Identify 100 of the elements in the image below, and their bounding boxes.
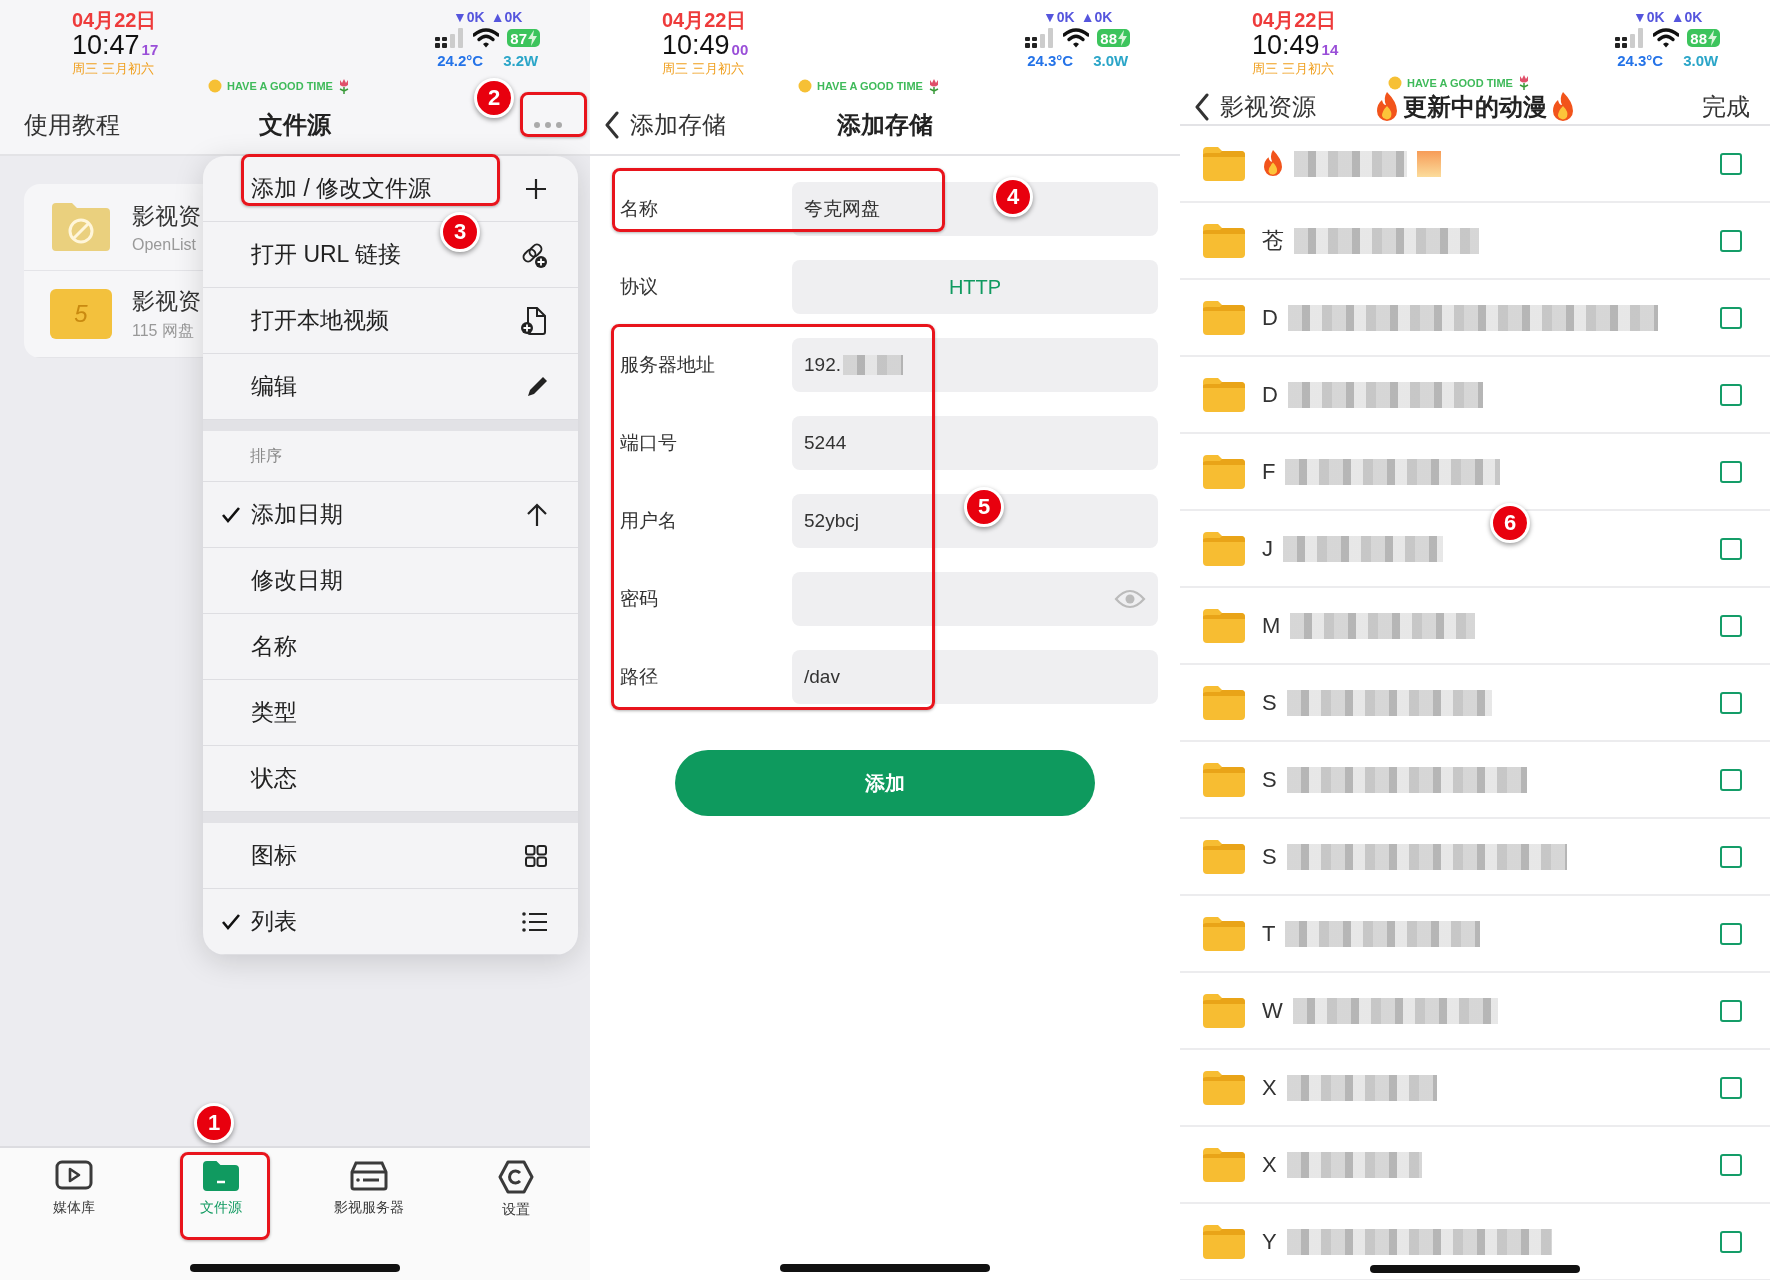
time-text: 10:49 — [1252, 32, 1320, 59]
file-add-icon — [520, 305, 548, 336]
power-text: 3.2W — [503, 53, 539, 68]
folder-row[interactable]: D — [1180, 357, 1770, 434]
menu-item[interactable]: 名称 — [203, 614, 578, 680]
folder-row[interactable]: F — [1180, 434, 1770, 511]
folder-icon — [1202, 838, 1246, 875]
folder-icon — [1202, 453, 1246, 490]
menu-item[interactable]: 添加日期 — [203, 482, 578, 548]
folder-row[interactable]: S — [1180, 665, 1770, 742]
chevron-left-icon — [604, 111, 620, 139]
download-speed: ▼0K — [1042, 10, 1075, 24]
folder-icon — [1202, 607, 1246, 644]
field-label: 协议 — [620, 275, 659, 299]
folder-name: D — [1262, 381, 1278, 408]
power-text: 3.0W — [1683, 53, 1719, 68]
back-button[interactable]: 添加存储 — [604, 109, 726, 141]
input-field[interactable]: 5244 — [792, 416, 1158, 470]
back-button[interactable]: 影视资源 — [1194, 91, 1316, 123]
flame-icon — [1375, 92, 1399, 122]
checkmark-icon — [221, 912, 241, 931]
password-field[interactable] — [792, 572, 1158, 626]
folder-icon — [1202, 530, 1246, 567]
menu-item[interactable]: 列表 — [203, 889, 578, 955]
folder-row[interactable]: X — [1180, 1050, 1770, 1127]
folder-row[interactable]: S — [1180, 819, 1770, 896]
field-label: 端口号 — [620, 431, 678, 455]
date-text: 04月22日 — [72, 10, 158, 30]
checkbox[interactable] — [1720, 1153, 1742, 1176]
add-button[interactable]: 添加 — [675, 750, 1095, 816]
time-text: 10:49 — [662, 32, 730, 59]
menu-item[interactable]: 修改日期 — [203, 548, 578, 614]
folder-icon — [1202, 222, 1246, 259]
done-button[interactable]: 完成 — [1696, 90, 1756, 124]
screen-title: 更新中的动漫 — [1403, 92, 1547, 122]
input-field[interactable]: 192. — [792, 338, 1158, 392]
upload-speed: ▲0K — [1670, 10, 1703, 24]
menu-item[interactable]: 打开本地视频 — [203, 288, 578, 354]
input-field[interactable]: /dav — [792, 650, 1158, 704]
tab-item[interactable]: 设置 — [442, 1148, 590, 1244]
step-number-badge: 4 — [993, 177, 1033, 217]
checkbox[interactable] — [1720, 768, 1742, 791]
folder-icon — [1202, 992, 1246, 1029]
checkbox[interactable] — [1720, 845, 1742, 868]
source-name: 影视资 — [132, 287, 201, 316]
flower-icon — [1517, 75, 1530, 90]
checkbox[interactable] — [1720, 460, 1742, 483]
wifi-icon — [1653, 28, 1680, 48]
folder-name: Y — [1262, 1228, 1277, 1255]
folder-name: S — [1262, 766, 1277, 793]
seconds-text: 14 — [1321, 42, 1339, 57]
step-number-badge: 2 — [474, 78, 514, 118]
field-label: 路径 — [620, 665, 659, 689]
lunar-date-text: 周三 三月初六 — [1252, 62, 1335, 75]
folder-row[interactable]: 苍 — [1180, 203, 1770, 280]
checkbox[interactable] — [1720, 999, 1742, 1022]
menu-item[interactable]: 图标 — [203, 823, 578, 889]
tab-item[interactable]: 影视服务器 — [295, 1148, 443, 1244]
source-type: 115 网盘 — [132, 321, 195, 341]
source-type: OpenList — [132, 235, 198, 254]
tutorial-link[interactable]: 使用教程 — [14, 109, 120, 141]
checkbox[interactable] — [1720, 1230, 1742, 1253]
grid-icon — [524, 843, 548, 868]
checkbox[interactable] — [1720, 614, 1742, 637]
folder-row[interactable]: S — [1180, 742, 1770, 819]
pencil-icon — [526, 375, 548, 398]
folder-icon — [1202, 761, 1246, 798]
eye-icon — [1114, 589, 1146, 609]
folder-row[interactable]: D — [1180, 280, 1770, 357]
tab-item[interactable]: 媒体库 — [0, 1148, 148, 1244]
checkbox[interactable] — [1720, 229, 1742, 252]
folder-icon — [1202, 684, 1246, 721]
upload-speed: ▲0K — [1080, 10, 1113, 24]
folder-icon — [1202, 1146, 1246, 1183]
checkbox[interactable] — [1720, 383, 1742, 406]
folder-name: M — [1262, 612, 1281, 639]
motto-text: HAVE A GOOD TIME — [1407, 76, 1513, 89]
battery-level-text: 87 — [510, 30, 527, 46]
temperature-text: 24.3°C — [1027, 53, 1074, 68]
menu-item[interactable]: 类型 — [203, 680, 578, 746]
folder-row[interactable]: X — [1180, 1127, 1770, 1204]
checkbox[interactable] — [1720, 152, 1742, 175]
folder-name: S — [1262, 689, 1277, 716]
folder-icon — [1202, 145, 1246, 182]
checkbox[interactable] — [1720, 1076, 1742, 1099]
tab-item[interactable]: 文件源 — [147, 1148, 295, 1244]
checkbox[interactable] — [1720, 922, 1742, 945]
folder-row[interactable]: W — [1180, 973, 1770, 1050]
arrow-up-icon — [526, 502, 548, 527]
folder-name: F — [1262, 458, 1276, 485]
highlight-frame — [520, 92, 587, 137]
checkbox[interactable] — [1720, 691, 1742, 714]
folder-row[interactable]: M — [1180, 588, 1770, 665]
folder-name: T — [1262, 920, 1276, 947]
checkbox[interactable] — [1720, 306, 1742, 329]
list-icon — [522, 911, 548, 932]
checkbox[interactable] — [1720, 537, 1742, 560]
folder-row[interactable]: T — [1180, 896, 1770, 973]
date-text: 04月22日 — [662, 10, 748, 30]
bolt-icon — [528, 30, 537, 46]
